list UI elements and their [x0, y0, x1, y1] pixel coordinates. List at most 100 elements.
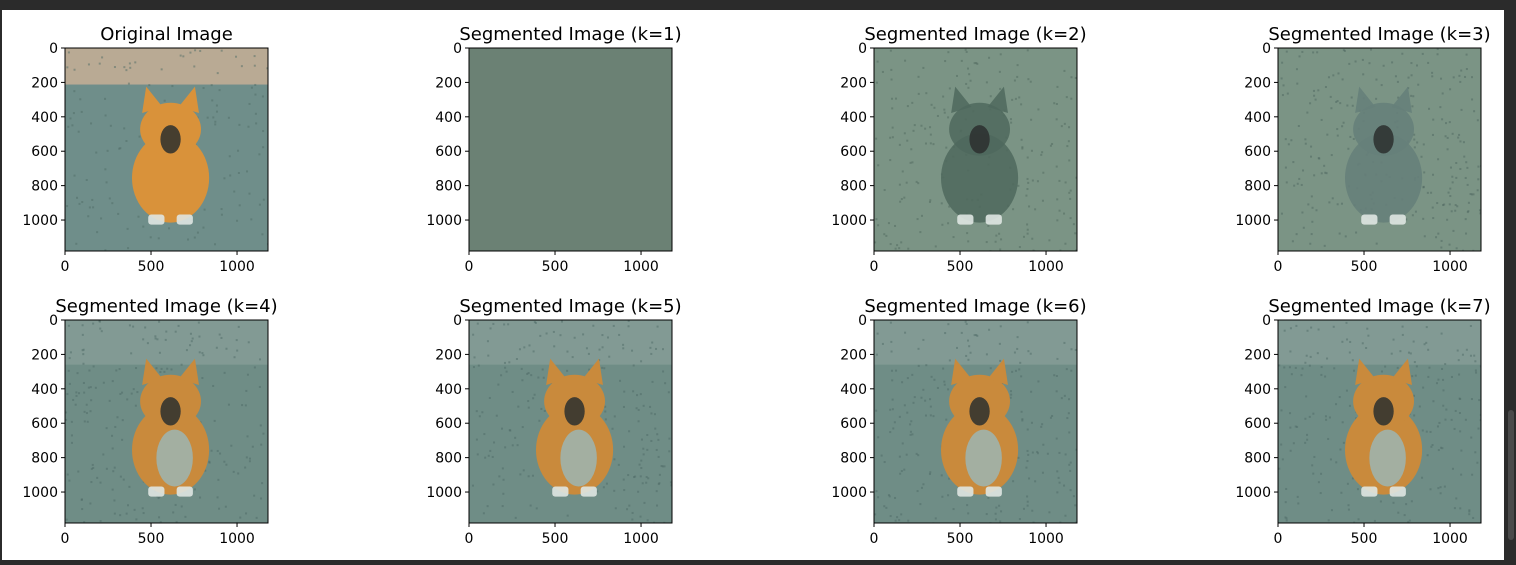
texture-speck	[877, 496, 880, 499]
texture-speck	[994, 512, 997, 515]
texture-speck	[1280, 443, 1283, 446]
texture-speck	[495, 414, 498, 417]
texture-speck	[1341, 125, 1344, 128]
texture-speck	[237, 149, 240, 152]
subplot-image	[1278, 320, 1481, 523]
texture-speck	[1312, 412, 1315, 415]
texture-speck	[111, 447, 114, 450]
texture-speck	[1018, 368, 1021, 371]
texture-speck	[1379, 500, 1382, 503]
texture-speck	[247, 341, 250, 344]
texture-speck	[149, 236, 152, 239]
texture-speck	[930, 103, 933, 106]
texture-speck	[115, 369, 118, 372]
texture-speck	[1445, 122, 1448, 125]
texture-speck	[258, 385, 261, 388]
texture-speck	[663, 465, 666, 468]
texture-speck	[929, 199, 932, 202]
texture-speck	[88, 206, 91, 209]
texture-speck	[890, 350, 893, 353]
texture-speck	[1380, 370, 1383, 373]
texture-speck	[1422, 386, 1425, 389]
texture-speck	[877, 224, 880, 227]
texture-speck	[1280, 409, 1283, 412]
texture-speck	[489, 449, 492, 452]
texture-speck	[1340, 491, 1343, 494]
texture-speck	[1440, 332, 1443, 335]
texture-speck	[125, 69, 128, 72]
texture-speck	[640, 438, 643, 441]
texture-speck	[604, 418, 607, 421]
texture-speck	[1437, 232, 1440, 235]
texture-speck	[916, 218, 919, 221]
texture-speck	[1347, 504, 1350, 507]
x-tick-label: 1000	[1028, 259, 1064, 275]
texture-speck	[1280, 77, 1283, 80]
texture-speck	[1361, 58, 1364, 61]
texture-speck	[1324, 85, 1327, 88]
cat-mouth	[564, 397, 585, 426]
texture-speck	[1472, 193, 1475, 196]
texture-speck	[69, 351, 72, 354]
texture-speck	[1335, 403, 1338, 406]
texture-speck	[83, 391, 86, 394]
cat-mouth	[1373, 125, 1394, 154]
texture-speck	[611, 427, 614, 430]
texture-speck	[618, 333, 621, 336]
texture-speck	[623, 390, 626, 393]
texture-speck	[198, 335, 201, 338]
texture-speck	[1314, 98, 1317, 101]
texture-speck	[906, 139, 909, 142]
texture-speck	[133, 508, 136, 511]
texture-speck	[911, 373, 914, 376]
texture-speck	[244, 404, 247, 407]
texture-speck	[1000, 238, 1003, 241]
texture-speck	[929, 414, 932, 417]
texture-speck	[220, 49, 223, 52]
texture-speck	[170, 368, 173, 371]
cat-paw-right	[1389, 214, 1406, 225]
texture-speck	[1324, 415, 1327, 418]
texture-speck	[607, 336, 610, 339]
texture-speck	[1436, 53, 1439, 56]
texture-speck	[900, 198, 903, 201]
texture-speck	[530, 374, 533, 377]
texture-speck	[81, 333, 84, 336]
texture-speck	[121, 438, 124, 441]
texture-speck	[94, 386, 97, 389]
texture-speck	[1441, 367, 1444, 370]
texture-speck	[82, 353, 85, 356]
texture-speck	[1454, 409, 1457, 412]
texture-speck	[113, 66, 116, 69]
texture-speck	[1432, 217, 1435, 220]
texture-speck	[656, 433, 659, 436]
output-scrollbar[interactable]	[1508, 410, 1514, 540]
texture-speck	[1458, 412, 1461, 415]
cat-paw-right	[985, 486, 1002, 497]
texture-speck	[217, 478, 220, 481]
texture-speck	[1450, 375, 1453, 378]
texture-speck	[592, 324, 595, 327]
texture-speck	[1067, 412, 1070, 415]
texture-speck	[1056, 470, 1059, 473]
texture-speck	[1301, 50, 1304, 53]
y-tick-label: 800	[840, 451, 867, 467]
texture-speck	[87, 63, 90, 66]
texture-speck	[1422, 185, 1425, 188]
texture-speck	[932, 143, 935, 146]
texture-speck	[903, 132, 906, 135]
texture-speck	[111, 202, 114, 205]
texture-speck	[1330, 154, 1333, 157]
texture-speck	[71, 124, 74, 127]
texture-speck	[1040, 425, 1043, 428]
texture-speck	[81, 201, 84, 204]
texture-speck	[1474, 360, 1477, 363]
texture-speck	[537, 376, 540, 379]
texture-speck	[911, 161, 914, 164]
texture-speck	[1311, 220, 1314, 223]
texture-speck	[668, 437, 671, 440]
texture-speck	[1300, 183, 1303, 186]
texture-speck	[899, 472, 902, 475]
texture-speck	[1020, 375, 1023, 378]
image-background	[469, 48, 672, 251]
